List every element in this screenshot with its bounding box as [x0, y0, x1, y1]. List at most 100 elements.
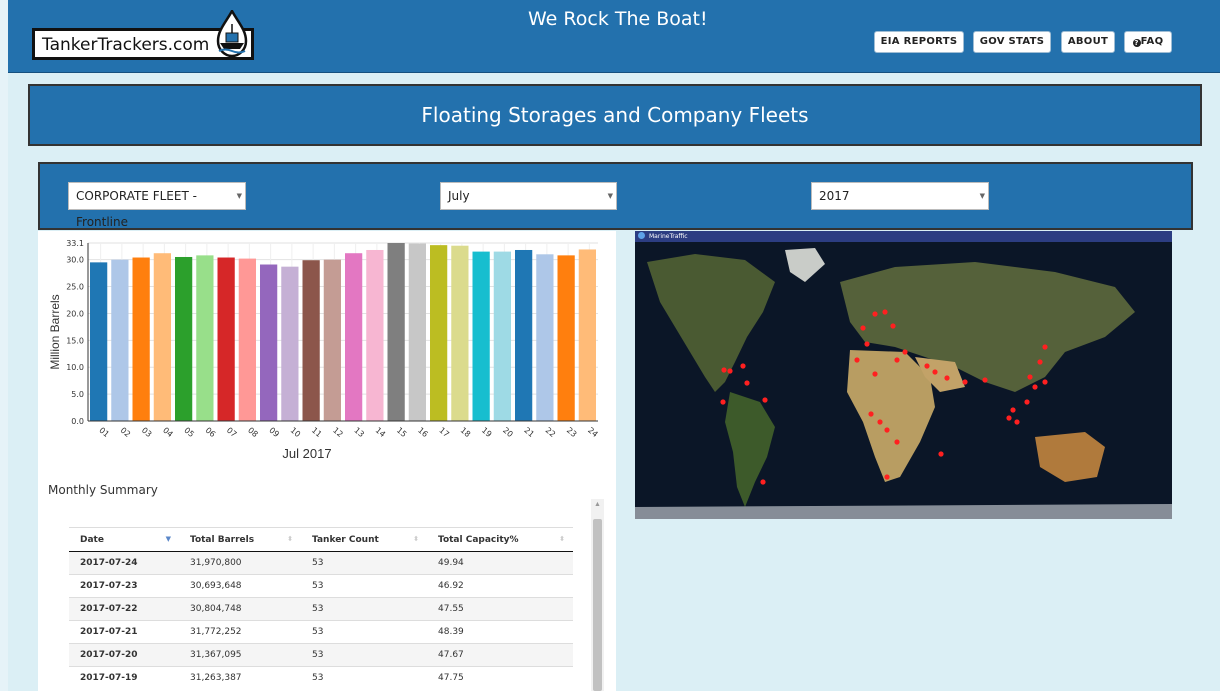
vessel-marker[interactable]: [744, 380, 750, 386]
x-tick-label: 03: [140, 426, 154, 439]
chevron-down-icon: ▼: [979, 192, 985, 200]
year-select[interactable]: 2017 ▼: [811, 182, 989, 210]
vessel-marker[interactable]: [854, 357, 860, 363]
x-tick-label: 10: [289, 426, 303, 439]
bar: [387, 243, 405, 421]
question-circle-icon: ?: [1132, 39, 1141, 47]
vessel-marker[interactable]: [721, 367, 727, 373]
bar: [260, 264, 278, 421]
vessel-marker[interactable]: [872, 311, 878, 317]
scroll-up-icon[interactable]: ▲: [591, 501, 604, 508]
vessel-marker[interactable]: [760, 479, 766, 485]
scrollbar-thumb[interactable]: [593, 519, 602, 691]
cell-total-barrels: 31,970,800: [179, 551, 301, 575]
vessel-marker[interactable]: [924, 363, 930, 369]
fleet-bar-chart: 0.0 5.0 10.0 15.0 20.0 25.0 30.0 33.1 01 02 03 04 05…: [48, 239, 600, 461]
x-tick-label: 09: [267, 426, 281, 439]
vessel-marker[interactable]: [962, 379, 968, 385]
vessel-marker[interactable]: [882, 309, 888, 315]
bar: [345, 253, 363, 421]
cell-total-capacity: 48.39: [427, 620, 573, 644]
eia-reports-button[interactable]: EIA REPORTS: [874, 31, 964, 53]
vessel-marker[interactable]: [740, 363, 746, 369]
bar: [323, 259, 341, 421]
cell-tanker-count: 53: [301, 666, 427, 689]
x-tick-label: 24: [586, 426, 600, 439]
cell-date: 2017-07-20: [69, 643, 179, 667]
vessel-marker[interactable]: [894, 357, 900, 363]
cell-date: 2017-07-23: [69, 574, 179, 598]
vessel-marker[interactable]: [902, 349, 908, 355]
year-select-value: 2017: [819, 189, 850, 203]
bar: [111, 259, 129, 421]
vessel-marker[interactable]: [1027, 374, 1033, 380]
bar: [153, 253, 171, 421]
x-tick-label: 04: [161, 426, 175, 439]
col-header-total-barrels[interactable]: Total Barrels ⬍: [179, 527, 301, 552]
y-tick-label: 20.0: [66, 309, 84, 318]
x-tick-label: 15: [395, 426, 409, 439]
vessel-marker[interactable]: [932, 369, 938, 375]
vessel-marker[interactable]: [864, 341, 870, 347]
vessel-marker[interactable]: [1042, 379, 1048, 385]
vessel-marker[interactable]: [868, 411, 874, 417]
vessel-marker[interactable]: [890, 323, 896, 329]
vessel-marker[interactable]: [884, 427, 890, 433]
vessel-marker[interactable]: [762, 397, 768, 403]
vessel-marker[interactable]: [1032, 384, 1038, 390]
y-tick-label: 10.0: [66, 363, 84, 372]
vessel-marker[interactable]: [1006, 415, 1012, 421]
cell-total-capacity: 47.75: [427, 666, 573, 689]
vessel-marker[interactable]: [727, 368, 733, 374]
cell-total-barrels: 31,367,095: [179, 643, 301, 667]
bar: [366, 249, 384, 421]
month-select[interactable]: July ▼: [440, 182, 617, 210]
vessel-marker[interactable]: [1024, 399, 1030, 405]
bar: [451, 245, 469, 421]
y-axis-label: Million Barrels: [48, 294, 62, 369]
vessel-marker[interactable]: [1037, 359, 1043, 365]
vessel-marker[interactable]: [1010, 407, 1016, 413]
bar: [515, 249, 533, 421]
col-header-total-capacity[interactable]: Total Capacity% ⬍: [427, 527, 573, 552]
x-tick-label: 02: [119, 426, 133, 439]
cell-tanker-count: 53: [301, 574, 427, 598]
table-scrollbar[interactable]: ▲: [591, 499, 604, 691]
cell-tanker-count: 53: [301, 551, 427, 575]
col-header-date[interactable]: Date ▼: [69, 527, 179, 552]
site-logo[interactable]: TankerTrackers.com: [32, 10, 256, 64]
bar: [175, 256, 193, 421]
vessel-marker[interactable]: [872, 371, 878, 377]
chevron-down-icon: ▼: [607, 192, 613, 200]
faq-button[interactable]: ? FAQ: [1124, 31, 1172, 53]
x-tick-label: 23: [565, 426, 579, 439]
cell-total-capacity: 47.67: [427, 643, 573, 667]
vessel-marker[interactable]: [720, 399, 726, 405]
table-row: 2017-07-23 30,693,648 53 46.92: [69, 574, 573, 598]
vessel-marker[interactable]: [1014, 419, 1020, 425]
sort-icon: ⬍: [287, 535, 293, 543]
fleet-select[interactable]: CORPORATE FLEET - Frontline ▼: [68, 182, 246, 229]
vessel-marker[interactable]: [894, 439, 900, 445]
col-header-tanker-count[interactable]: Tanker Count ⬍: [301, 527, 427, 552]
bar: [430, 245, 448, 421]
bar: [90, 262, 108, 421]
month-select-value: July: [448, 189, 470, 203]
marine-traffic-map[interactable]: MarineTraffic: [635, 231, 1172, 519]
vessel-marker[interactable]: [1042, 344, 1048, 350]
cell-tanker-count: 53: [301, 597, 427, 621]
vessel-marker[interactable]: [884, 474, 890, 480]
gov-stats-button[interactable]: GOV STATS: [973, 31, 1051, 53]
vessel-marker[interactable]: [982, 377, 988, 383]
bar: [281, 266, 299, 421]
about-button[interactable]: ABOUT: [1061, 31, 1115, 53]
vessel-marker[interactable]: [944, 375, 950, 381]
site-tagline: We Rock The Boat!: [528, 8, 708, 30]
bar: [578, 249, 596, 421]
x-tick-label: 11: [310, 426, 324, 439]
vessel-marker[interactable]: [877, 419, 883, 425]
faq-label: FAQ: [1140, 36, 1164, 47]
vessel-marker[interactable]: [860, 325, 866, 331]
vessel-marker[interactable]: [938, 451, 944, 457]
bar: [238, 258, 256, 421]
